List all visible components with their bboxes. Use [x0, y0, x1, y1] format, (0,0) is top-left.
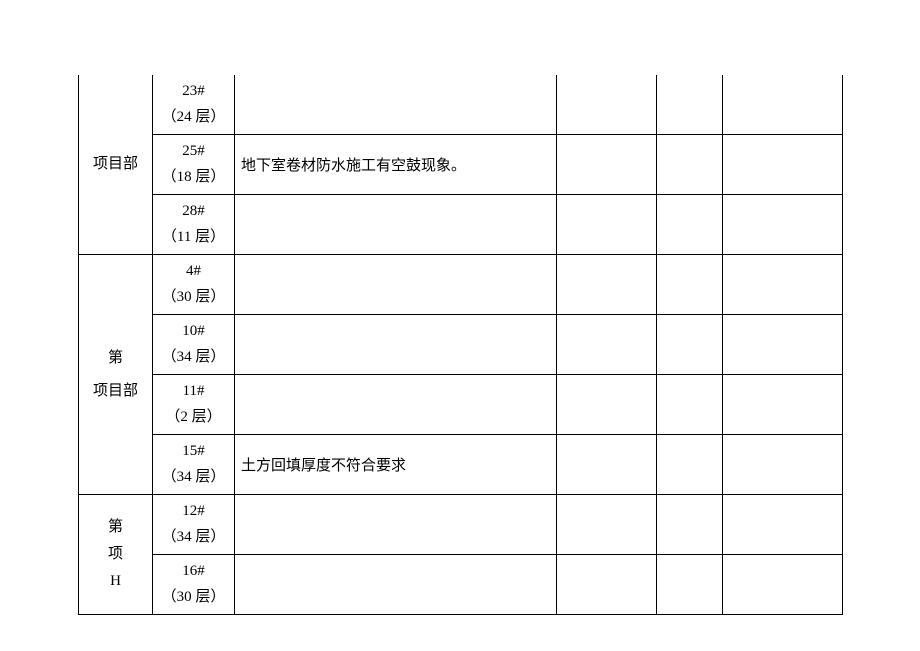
table-row: 15# （34 层） 土方回填厚度不符合要求 — [79, 435, 843, 495]
empty-cell — [557, 555, 657, 615]
code-text: 28# — [182, 199, 205, 225]
empty-cell — [723, 495, 843, 555]
code-text: 10# — [182, 319, 205, 345]
empty-cell — [723, 75, 843, 135]
table-row: 25# （18 层） 地下室卷材防水施工有空鼓现象。 — [79, 135, 843, 195]
empty-cell — [657, 255, 723, 315]
empty-cell — [657, 315, 723, 375]
empty-cell — [723, 315, 843, 375]
desc-cell — [235, 375, 557, 435]
table-row: 10# （34 层） — [79, 315, 843, 375]
group-label-line: 项目部 — [93, 375, 138, 408]
group-label: 第 项目部 — [79, 255, 153, 495]
code-text: 12# — [182, 499, 205, 525]
construction-table: 项目部 23# （24 层） 25# （18 层） 地下室卷材防水施工有 — [78, 75, 843, 615]
code-cell: 16# （30 层） — [153, 555, 235, 615]
group-label-line: 项 — [108, 541, 123, 568]
code-cell: 25# （18 层） — [153, 135, 235, 195]
empty-cell — [723, 375, 843, 435]
code-cell: 12# （34 层） — [153, 495, 235, 555]
empty-cell — [657, 135, 723, 195]
code-cell: 23# （24 层） — [153, 75, 235, 135]
code-text: 4# — [186, 259, 201, 285]
table-row: 第 项目部 4# （30 层） — [79, 255, 843, 315]
floor-text: （11 层） — [162, 225, 225, 251]
empty-cell — [657, 375, 723, 435]
empty-cell — [557, 75, 657, 135]
floor-text: （18 层） — [162, 165, 226, 191]
desc-text: 土方回填厚度不符合要求 — [241, 458, 406, 474]
empty-cell — [557, 315, 657, 375]
empty-cell — [557, 255, 657, 315]
code-text: 11# — [183, 379, 205, 405]
desc-cell — [235, 555, 557, 615]
floor-text: （24 层） — [162, 105, 226, 131]
empty-cell — [657, 555, 723, 615]
empty-cell — [723, 135, 843, 195]
group-label: 第 项 H — [79, 495, 153, 615]
empty-cell — [557, 195, 657, 255]
table-row: 第 项 H 12# （34 层） — [79, 495, 843, 555]
floor-text: （34 层） — [162, 465, 226, 491]
table-row: 28# （11 层） — [79, 195, 843, 255]
empty-cell — [557, 135, 657, 195]
floor-text: （34 层） — [162, 525, 226, 551]
desc-cell — [235, 315, 557, 375]
group-label-line: 项目部 — [93, 148, 138, 181]
empty-cell — [557, 495, 657, 555]
group-label-line: H — [110, 568, 121, 595]
empty-cell — [657, 495, 723, 555]
table-row: 16# （30 层） — [79, 555, 843, 615]
empty-cell — [657, 75, 723, 135]
desc-cell — [235, 75, 557, 135]
code-cell: 10# （34 层） — [153, 315, 235, 375]
desc-cell — [235, 195, 557, 255]
floor-text: （30 层） — [162, 285, 226, 311]
code-cell: 11# （2 层） — [153, 375, 235, 435]
desc-cell: 土方回填厚度不符合要求 — [235, 435, 557, 495]
desc-text: 地下室卷材防水施工有空鼓现象。 — [241, 158, 466, 174]
desc-cell: 地下室卷材防水施工有空鼓现象。 — [235, 135, 557, 195]
code-text: 23# — [182, 79, 205, 105]
table-row: 项目部 23# （24 层） — [79, 75, 843, 135]
group-label-line: 第 — [108, 514, 123, 541]
code-text: 25# — [182, 139, 205, 165]
empty-cell — [723, 435, 843, 495]
empty-cell — [557, 375, 657, 435]
empty-cell — [723, 255, 843, 315]
table-row: 11# （2 层） — [79, 375, 843, 435]
group-label: 项目部 — [79, 75, 153, 255]
floor-text: （2 层） — [165, 405, 221, 431]
empty-cell — [657, 195, 723, 255]
code-text: 15# — [182, 439, 205, 465]
code-cell: 15# （34 层） — [153, 435, 235, 495]
empty-cell — [723, 555, 843, 615]
empty-cell — [657, 435, 723, 495]
code-cell: 4# （30 层） — [153, 255, 235, 315]
floor-text: （34 层） — [162, 345, 226, 371]
code-cell: 28# （11 层） — [153, 195, 235, 255]
empty-cell — [723, 195, 843, 255]
code-text: 16# — [182, 559, 205, 585]
desc-cell — [235, 495, 557, 555]
desc-cell — [235, 255, 557, 315]
group-label-line: 第 — [108, 342, 123, 375]
floor-text: （30 层） — [162, 585, 226, 611]
empty-cell — [557, 435, 657, 495]
